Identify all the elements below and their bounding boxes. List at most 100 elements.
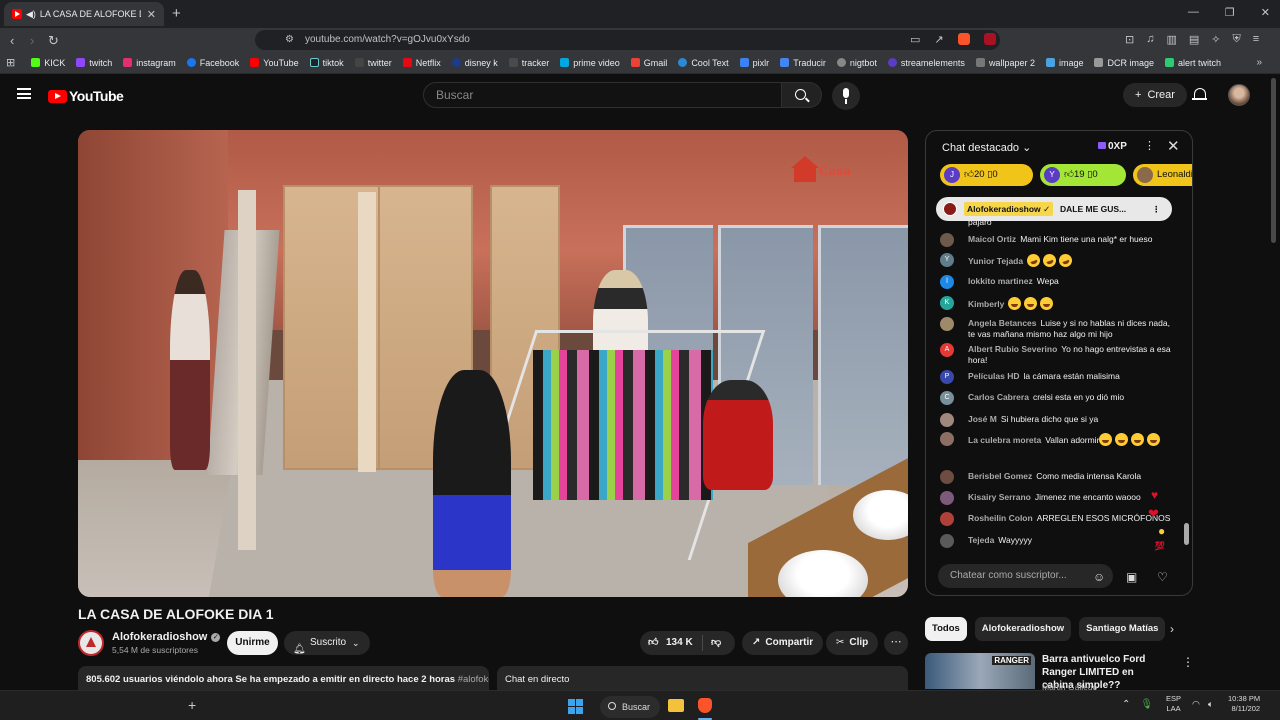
sidebar-icon[interactable]: ▥ [1166, 33, 1176, 46]
dislike-icon[interactable]: 👎︎ [711, 631, 721, 655]
more-actions-button[interactable]: ⋯ [884, 631, 908, 655]
bookmark-traducir[interactable]: Traducir [780, 58, 826, 68]
heart-icon[interactable]: ♡ [1157, 570, 1168, 584]
bookmark-dcr-image[interactable]: DCR image [1094, 58, 1154, 68]
chat-author-avatar[interactable]: K [940, 296, 954, 310]
related-more-icon[interactable]: ⋮ [1182, 655, 1194, 669]
bookmark-nigtbot[interactable]: nigtbot [836, 58, 877, 68]
description-hashtag[interactable]: #alofoke [458, 674, 489, 685]
apps-grid-icon[interactable]: ⊞ [6, 56, 15, 69]
chat-author-avatar[interactable] [940, 413, 954, 427]
url-field[interactable]: ⚙ youtube.com/watch?v=gOJvu0xYsdo [255, 30, 1000, 50]
chat-author-name[interactable]: Yunior Tejada [968, 256, 1023, 266]
chat-author-avatar[interactable] [940, 317, 954, 331]
chip-all[interactable]: Todos [925, 617, 967, 641]
share-button[interactable]: ↗ Compartir [742, 631, 824, 655]
chatter-chip[interactable]: Y 👍︎19 ▯0 [1040, 164, 1126, 186]
bookmark-disney[interactable]: disney k [451, 58, 498, 68]
subscribed-button[interactable]: 🔔︎ Suscrito ⌄ [284, 631, 370, 655]
chat-author-name[interactable]: Kimberly [968, 299, 1004, 309]
xp-badge[interactable]: 0XP [1098, 141, 1127, 152]
chip-santiago[interactable]: Santiago Matías [1079, 617, 1166, 641]
join-button[interactable]: Unirme [227, 631, 278, 655]
chat-author-name[interactable]: lokkito martinez [968, 276, 1033, 286]
chat-mode-dropdown[interactable]: Chat destacado ⌄ [942, 141, 1031, 154]
chat-author-avatar[interactable] [940, 534, 954, 548]
file-explorer-icon[interactable] [668, 699, 684, 712]
chevron-right-icon[interactable]: › [1170, 622, 1174, 636]
chat-author-name[interactable]: Rosheilin Colon [968, 513, 1033, 523]
account-avatar[interactable] [1228, 84, 1250, 106]
bookmark-instagram[interactable]: instagram [123, 58, 176, 68]
volume-icon[interactable]: 🔈︎ [1208, 699, 1213, 710]
widgets-plus-icon[interactable]: + [188, 697, 196, 713]
forward-icon[interactable]: › [30, 33, 34, 48]
chat-author-name[interactable]: Películas HD [968, 371, 1020, 381]
bookmark-image[interactable]: image [1045, 58, 1083, 68]
like-count[interactable]: 134 K [666, 631, 693, 655]
bookmark-streamelements[interactable]: streamelements [887, 58, 965, 68]
leo-icon[interactable]: ✧ [1211, 33, 1220, 46]
page-scrollbar[interactable] [1271, 78, 1276, 243]
voice-search-icon[interactable] [832, 82, 860, 110]
reload-icon[interactable]: ↻ [48, 33, 59, 49]
close-tab-icon[interactable]: ✕ [147, 8, 156, 21]
active-tab[interactable]: ◀) LA CASA DE ALOFOKE DIA 1 ✕ [4, 2, 164, 26]
description-box[interactable]: 805.602 usuarios viéndolo ahora Se ha em… [78, 666, 489, 690]
bookmark-facebook[interactable]: Facebook [186, 58, 239, 68]
vpn-icon[interactable]: ⛨ [1233, 33, 1241, 46]
site-settings-icon[interactable]: ⚙ [285, 30, 294, 50]
bookmark-tracker[interactable]: tracker [508, 58, 549, 68]
bookmark-gmail[interactable]: Gmail [630, 58, 667, 68]
media-icon[interactable]: ♫ [1146, 33, 1154, 46]
chat-author-avatar[interactable]: Y [940, 253, 954, 267]
chat-author-avatar[interactable] [940, 512, 954, 526]
taskbar-search[interactable]: Buscar [600, 696, 660, 718]
chip-channel[interactable]: Alofokeradioshow [974, 617, 1072, 641]
chat-author-name[interactable]: Maicol Ortiz [968, 234, 1016, 244]
brave-shields-icon[interactable] [957, 33, 970, 45]
live-chat-header[interactable]: Chat en directo [497, 666, 908, 690]
channel-avatar[interactable] [78, 630, 104, 656]
screenshot-icon[interactable]: ⊡ [1125, 33, 1134, 46]
share-page-icon[interactable]: ↗ [934, 33, 943, 46]
chat-author-avatar[interactable] [940, 432, 954, 446]
windows-start-icon[interactable] [568, 699, 583, 714]
channel-name-row[interactable]: Alofokeradioshow ✓ [112, 631, 221, 643]
chat-author-name[interactable]: Carlos Cabrera [968, 392, 1029, 402]
chat-input[interactable]: Chatear como suscriptor... [938, 564, 1113, 588]
speaker-icon[interactable]: ◀) [26, 9, 36, 20]
chat-author-avatar[interactable] [940, 470, 954, 484]
chat-author-name[interactable]: Tejeda [968, 535, 994, 545]
chat-scroll-thumb[interactable] [1184, 523, 1189, 545]
related-video-thumbnail[interactable]: RANGER [925, 653, 1035, 689]
chat-author-name[interactable]: Kisairy Serrano [968, 492, 1031, 502]
youtube-logo[interactable]: YouTube [48, 88, 124, 104]
bookmark-netflix[interactable]: Netflix [402, 58, 441, 68]
chat-author-avatar[interactable]: C [940, 391, 954, 405]
tray-chevron-icon[interactable]: ⌃ [1122, 699, 1130, 710]
bookmark-alert-twitch[interactable]: alert twitch [1165, 58, 1221, 68]
bookmark-twitter[interactable]: twitter [354, 58, 392, 68]
chat-author-avatar[interactable]: P [940, 370, 954, 384]
like-icon[interactable]: 👍︎ [648, 631, 658, 655]
chat-author-avatar[interactable]: A [940, 343, 954, 357]
restore-icon[interactable]: ❐ [1225, 6, 1235, 19]
menu-icon[interactable]: ≡ [1253, 33, 1259, 46]
more-bookmarks-icon[interactable]: » [1256, 57, 1262, 68]
bookmark-kick[interactable]: KICK [31, 58, 65, 68]
bookmark-wallpaper[interactable]: wallpaper 2 [975, 58, 1035, 68]
chat-author-name[interactable]: José M [968, 414, 997, 424]
pinned-options-icon[interactable]: ⋮ [1152, 197, 1161, 221]
notifications-bell-icon[interactable] [1192, 88, 1207, 100]
back-icon[interactable]: ‹ [10, 33, 14, 48]
chat-author-name[interactable]: Angela Betances [968, 318, 1037, 328]
clip-button[interactable]: ✂ Clip [826, 631, 879, 655]
chat-author-avatar[interactable] [940, 491, 954, 505]
bookmark-pixlr[interactable]: pixlr [739, 58, 769, 68]
super-chat-icon[interactable]: ▣ [1126, 570, 1137, 584]
chat-author-avatar[interactable]: l [940, 275, 954, 289]
create-button[interactable]: + Crear [1123, 83, 1187, 107]
video-player[interactable]: Casa [78, 130, 908, 597]
chat-options-icon[interactable]: ⋮ [1144, 139, 1155, 152]
